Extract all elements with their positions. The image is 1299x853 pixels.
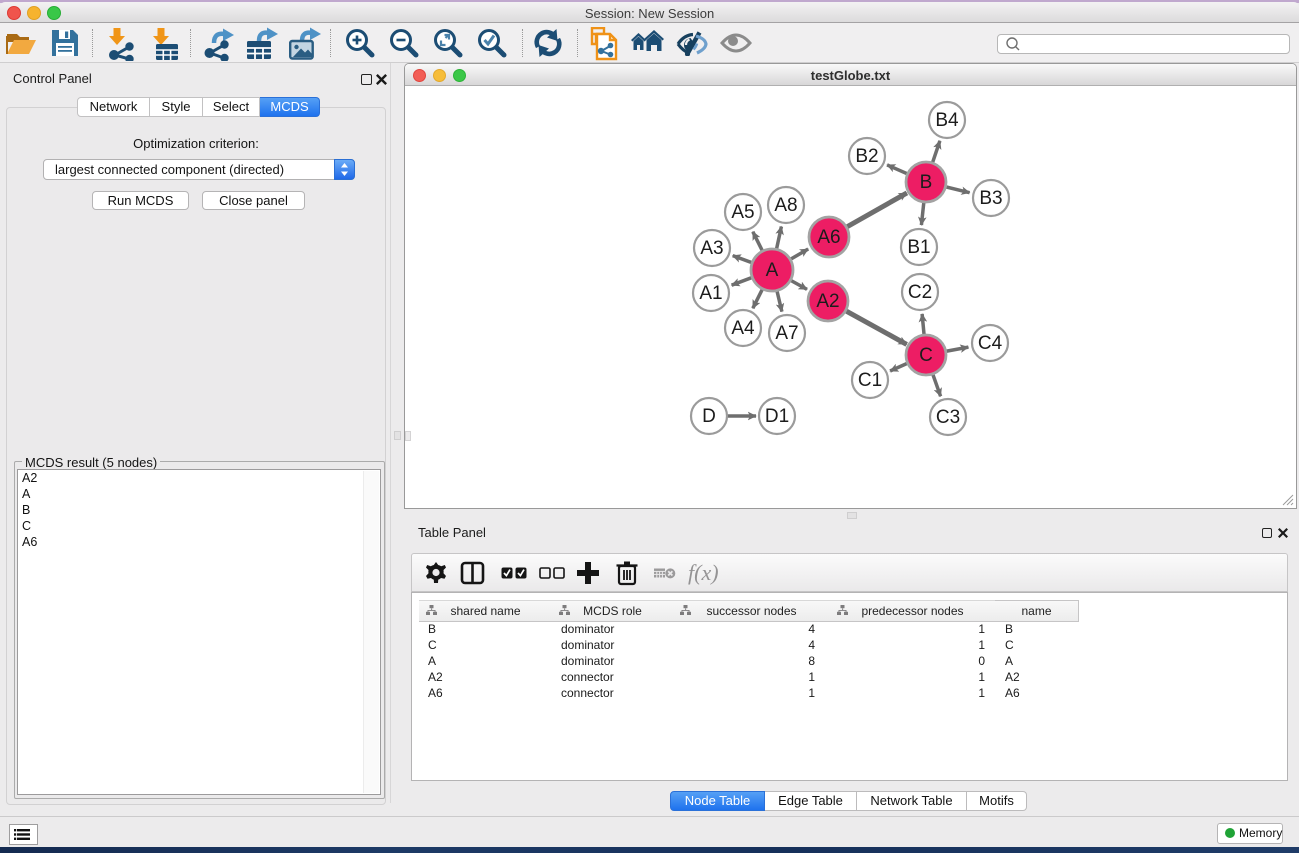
svg-text:D: D xyxy=(702,406,716,427)
svg-text:A4: A4 xyxy=(731,318,755,339)
svg-text:A6: A6 xyxy=(817,227,840,248)
svg-text:A3: A3 xyxy=(700,238,723,259)
svg-text:A7: A7 xyxy=(775,323,798,344)
svg-text:C4: C4 xyxy=(978,333,1003,354)
svg-text:C1: C1 xyxy=(858,370,882,391)
svg-text:C3: C3 xyxy=(936,407,960,428)
svg-text:B4: B4 xyxy=(935,110,959,131)
svg-text:B1: B1 xyxy=(907,237,930,258)
svg-text:A: A xyxy=(766,260,779,281)
svg-text:B: B xyxy=(920,172,933,193)
svg-text:A8: A8 xyxy=(774,195,797,216)
svg-text:C: C xyxy=(919,345,933,366)
svg-text:D1: D1 xyxy=(765,406,789,427)
svg-text:A2: A2 xyxy=(816,291,839,312)
svg-text:A1: A1 xyxy=(699,283,722,304)
svg-text:B2: B2 xyxy=(855,146,878,167)
svg-text:B3: B3 xyxy=(979,188,1002,209)
svg-text:C2: C2 xyxy=(908,282,932,303)
svg-text:A5: A5 xyxy=(731,202,754,223)
